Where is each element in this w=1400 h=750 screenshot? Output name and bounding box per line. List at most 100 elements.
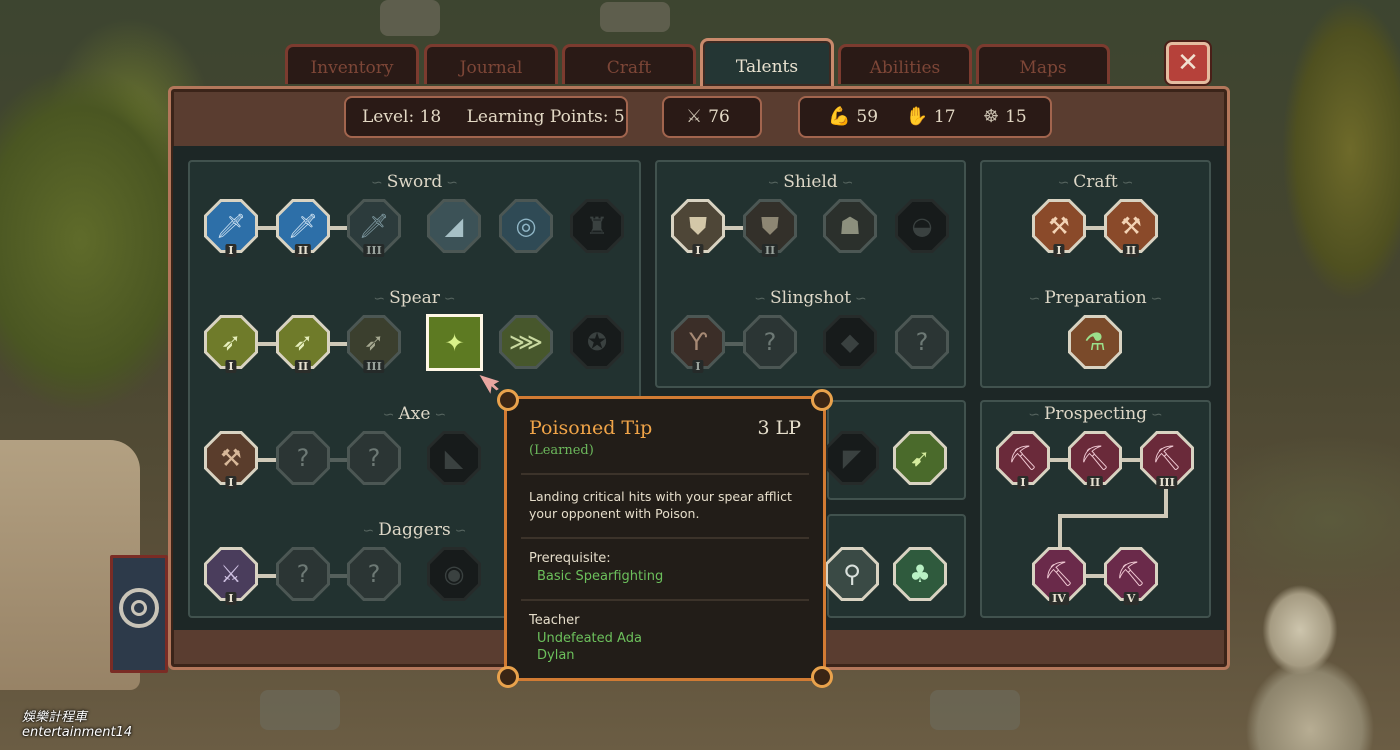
talent-prospecting-1[interactable]: ⛏ I xyxy=(996,431,1050,489)
talent-slingshot-unknown[interactable]: ? xyxy=(895,315,949,369)
talent-shield-locked[interactable]: ◒ xyxy=(895,199,949,253)
divider xyxy=(521,537,809,539)
talent-sword-1[interactable]: 🗡 I xyxy=(204,199,258,257)
talent-preparation[interactable]: ⚗ xyxy=(1068,315,1122,369)
target-icon: ◎ xyxy=(502,202,550,250)
talent-daggers-locked[interactable]: ◉ xyxy=(427,547,481,601)
talent-slingshot-1[interactable]: ƳI xyxy=(671,315,725,373)
shield-title: ∽ Shield ∽ xyxy=(767,172,854,192)
axe-icon: ⚒ xyxy=(207,434,255,482)
watermark-line: 娛樂計程車 xyxy=(22,710,88,725)
attributes-stat-box: 💪 59 ✋ 17 ☸ 15 xyxy=(798,96,1052,138)
ornament-icon xyxy=(497,666,519,688)
talent-axe-locked[interactable]: ◣ xyxy=(427,431,481,485)
talent-spear-2[interactable]: ➶ II xyxy=(276,315,330,373)
spear-icon: ➶ xyxy=(207,318,255,366)
intelligence-value: 15 xyxy=(1005,107,1027,127)
poison-spear-icon: ✦ xyxy=(429,317,480,368)
talent-sword-3[interactable]: 🗡 III xyxy=(347,199,401,257)
tool-icon: ⚲ xyxy=(828,550,876,598)
talent-daggers-3-unknown[interactable]: ? xyxy=(347,547,401,601)
ground-stone xyxy=(260,690,340,730)
watermark: 娛樂計程車 entertainment14 xyxy=(22,710,132,740)
herb-icon: ♣ xyxy=(896,550,944,598)
tab-inventory[interactable]: Inventory xyxy=(285,44,419,84)
locked-icon: ◣ xyxy=(430,434,478,482)
talent-link xyxy=(725,226,745,230)
talent-axe-3-unknown[interactable]: ? xyxy=(347,431,401,485)
talent-sword-locked[interactable]: ♜ xyxy=(570,199,624,253)
ground-stone xyxy=(600,2,670,32)
talent-spear-1[interactable]: ➶ I xyxy=(204,315,258,373)
question-icon: ? xyxy=(350,434,398,482)
talent-craft-1[interactable]: ⚒ I xyxy=(1032,199,1086,257)
brain-icon: ☸ xyxy=(982,106,1000,127)
question-icon: ? xyxy=(746,318,794,366)
talent-axe-2-unknown[interactable]: ? xyxy=(276,431,330,485)
watermark-line: entertainment14 xyxy=(22,725,133,740)
talent-link xyxy=(1086,574,1106,578)
talent-spear-3[interactable]: ➶ III xyxy=(347,315,401,373)
talent-shield-2[interactable]: ⛊ II xyxy=(743,199,797,257)
talent-slingshot-locked[interactable]: ◆ xyxy=(823,315,877,369)
talent-link xyxy=(1122,458,1142,462)
talent-daggers-1[interactable]: ⚔ I xyxy=(204,547,258,605)
talent-tools-1[interactable]: ⚲ xyxy=(825,547,879,601)
talent-prospecting-4[interactable]: ⛏ IV xyxy=(1032,547,1086,605)
talent-shield-1[interactable]: ⛊ I xyxy=(671,199,725,257)
talent-daggers-2-unknown[interactable]: ? xyxy=(276,547,330,601)
hand-icon: ✋ xyxy=(905,106,928,127)
locked-icon: ✪ xyxy=(573,318,621,366)
tab-talents[interactable]: Talents xyxy=(700,38,834,86)
agility-value: 17 xyxy=(933,107,956,127)
talent-shield-guard[interactable]: ☗ xyxy=(823,199,877,253)
sword-icon: 🗡 xyxy=(350,202,398,250)
tooltip-status: (Learned) xyxy=(529,443,594,458)
talent-slingshot-2-unknown[interactable]: ? xyxy=(743,315,797,369)
talent-poisoned-tip[interactable]: ✦ xyxy=(426,314,483,371)
question-icon: ? xyxy=(898,318,946,366)
locked-icon: ◤ xyxy=(828,434,876,482)
tab-craft[interactable]: Craft xyxy=(562,44,696,84)
talent-prospecting-5[interactable]: ⛏ V xyxy=(1104,547,1158,605)
tooltip-description: Landing critical hits with your spear af… xyxy=(529,489,792,521)
talent-spear-locked[interactable]: ✪ xyxy=(570,315,624,369)
talent-link xyxy=(1164,485,1168,515)
sword-title: ∽ Sword ∽ xyxy=(371,172,458,192)
teacher-name: Dylan xyxy=(537,648,575,663)
spear-title: ∽ Spear ∽ xyxy=(373,288,456,308)
tooltip-title: Poisoned Tip xyxy=(529,417,653,439)
slingshot-icon: Ƴ xyxy=(674,318,722,366)
shield-icon: ⛊ xyxy=(674,202,722,250)
prerequisite-value: Basic Spearfighting xyxy=(537,569,664,584)
talent-prospecting-2[interactable]: ⛏ II xyxy=(1068,431,1122,489)
tab-journal[interactable]: Journal xyxy=(424,44,558,84)
spear-icon: ➶ xyxy=(350,318,398,366)
talent-prospecting-3[interactable]: ⛏ III xyxy=(1140,431,1194,489)
talent-craft-2[interactable]: ⚒ II xyxy=(1104,199,1158,257)
question-icon: ? xyxy=(279,434,327,482)
prospecting-title: ∽ Prospecting ∽ xyxy=(1028,404,1163,424)
talent-link xyxy=(1058,514,1168,518)
dagger-icon: ⚔ xyxy=(207,550,255,598)
talent-spear-volley[interactable]: ⋙ xyxy=(499,315,553,369)
talent-bow[interactable]: ➹ xyxy=(893,431,947,485)
crossed-swords-icon: ⚔ xyxy=(686,106,703,127)
attack-stat-box: ⚔ 76 xyxy=(662,96,762,138)
spiral-icon xyxy=(119,588,159,628)
talent-sword-target[interactable]: ◎ xyxy=(499,199,553,253)
talent-sword-2[interactable]: 🗡 II xyxy=(276,199,330,257)
tooltip-cost: 3 LP xyxy=(757,417,801,439)
talent-link xyxy=(258,574,278,578)
close-button[interactable]: ✕ xyxy=(1166,42,1210,84)
teacher-name: Undefeated Ada xyxy=(537,631,642,646)
talent-link xyxy=(258,458,278,462)
ornament-icon xyxy=(811,666,833,688)
talent-link xyxy=(725,342,745,346)
talent-sword-slash[interactable]: ◢ xyxy=(427,199,481,253)
talent-bow-locked[interactable]: ◤ xyxy=(825,431,879,485)
tab-abilities[interactable]: Abilities xyxy=(838,44,972,84)
talent-axe-1[interactable]: ⚒ I xyxy=(204,431,258,489)
tab-maps[interactable]: Maps xyxy=(976,44,1110,84)
talent-tools-2[interactable]: ♣ xyxy=(893,547,947,601)
